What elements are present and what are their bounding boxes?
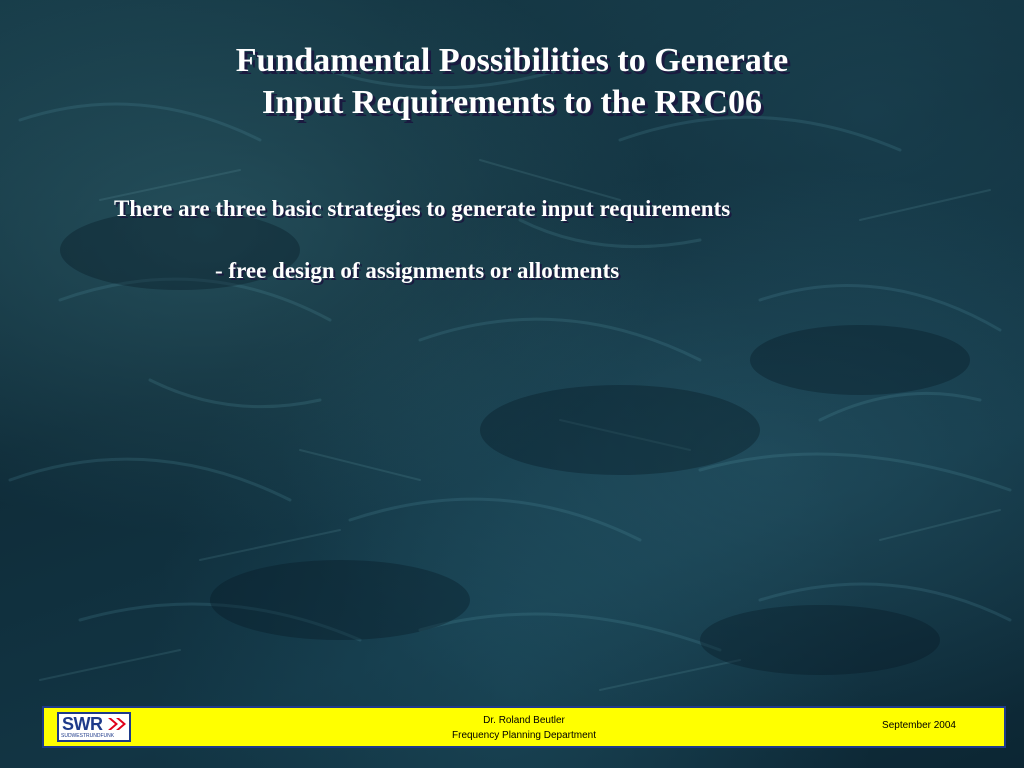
footer-department: Frequency Planning Department <box>452 730 596 741</box>
slide: Fundamental Possibilities to Generate In… <box>0 0 1024 768</box>
swr-logo-subtext: SÜDWESTRUNDFUNK <box>61 733 115 739</box>
footer-bar: SWR SÜDWESTRUNDFUNK Dr. Roland Beutler F… <box>42 706 1006 748</box>
swr-logo: SWR SÜDWESTRUNDFUNK <box>57 712 131 742</box>
swr-logo-text: SWR <box>62 714 103 734</box>
slide-title-line-1: Fundamental Possibilities to Generate <box>235 42 789 79</box>
footer-author: Dr. Roland Beutler <box>483 715 565 726</box>
bullet-item: - free design of assignments or allotmen… <box>215 258 620 283</box>
intro-text: There are three basic strategies to gene… <box>114 196 731 221</box>
logo-arrows-icon <box>108 718 126 730</box>
slide-title-line-2: Input Requirements to the RRC06 <box>262 84 762 121</box>
footer-author-block: Dr. Roland Beutler Frequency Planning De… <box>424 713 624 743</box>
footer-date: September 2004 <box>882 720 956 731</box>
slide-title: Fundamental Possibilities to Generate In… <box>0 40 1024 124</box>
